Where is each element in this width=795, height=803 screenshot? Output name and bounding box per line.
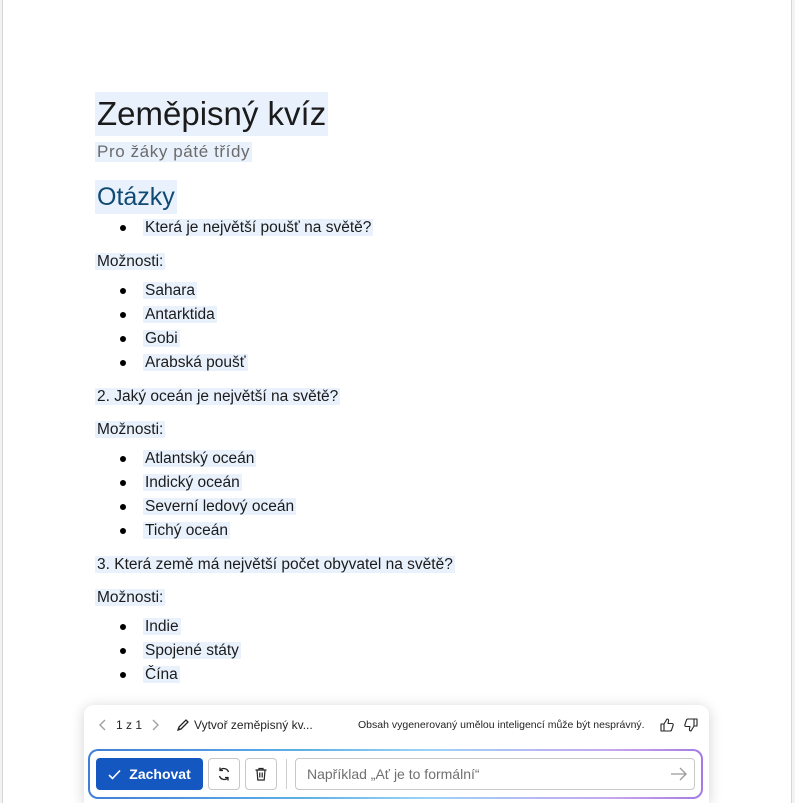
- refine-input-field[interactable]: [295, 758, 695, 790]
- document-body: Zeměpisný kvíz Pro žáky páté třídy Otázk…: [95, 92, 735, 687]
- keep-button[interactable]: Zachovat: [96, 758, 203, 790]
- refine-input[interactable]: [307, 766, 647, 782]
- list-item[interactable]: Čína: [95, 663, 735, 687]
- question-2-options: Atlantský oceán Indický oceán Severní le…: [95, 447, 735, 543]
- copilot-input-bar: Zachovat: [90, 751, 701, 797]
- list-item[interactable]: Která je největší poušť na světě?: [95, 216, 735, 240]
- list-item[interactable]: Indický oceán: [95, 471, 735, 495]
- list-item[interactable]: Spojené státy: [95, 639, 735, 663]
- list-item[interactable]: Antarktida: [95, 303, 735, 327]
- list-item[interactable]: Sahara: [95, 279, 735, 303]
- document-subtitle[interactable]: Pro žáky páté třídy: [95, 142, 253, 162]
- keep-button-label: Zachovat: [129, 766, 191, 782]
- options-label[interactable]: Možnosti:: [95, 587, 735, 609]
- document-page: Zeměpisný kvíz Pro žáky páté třídy Otázk…: [2, 0, 792, 803]
- options-label[interactable]: Možnosti:: [95, 251, 735, 273]
- checkmark-icon: [108, 769, 121, 780]
- copilot-toolbar: 1 z 1 Vytvoř zeměpisný kv... Obsah vygen…: [84, 705, 709, 745]
- regenerate-icon: [218, 767, 230, 781]
- next-icon[interactable]: [146, 716, 164, 734]
- previous-icon[interactable]: [94, 716, 112, 734]
- question-1-list: Která je největší poušť na světě?: [95, 216, 735, 240]
- list-item[interactable]: Indie: [95, 615, 735, 639]
- list-item[interactable]: Tichý oceán: [95, 519, 735, 543]
- divider: [286, 759, 287, 789]
- discard-button[interactable]: [245, 758, 277, 790]
- pencil-icon: [176, 718, 190, 732]
- question-1-options: Sahara Antarktida Gobi Arabská poušť: [95, 279, 735, 375]
- document-title[interactable]: Zeměpisný kvíz: [95, 92, 329, 136]
- options-label[interactable]: Možnosti:: [95, 419, 735, 441]
- list-item[interactable]: Severní ledový oceán: [95, 495, 735, 519]
- thumbs-down-icon[interactable]: [683, 717, 699, 733]
- ai-disclaimer: Obsah vygenerovaný umělou inteligencí mů…: [358, 719, 645, 731]
- thumbs-up-icon[interactable]: [659, 717, 675, 733]
- copilot-input-frame: Zachovat: [88, 749, 703, 799]
- trash-icon: [255, 767, 267, 781]
- list-item[interactable]: Gobi: [95, 327, 735, 351]
- list-item[interactable]: Arabská poušť: [95, 351, 735, 375]
- question-2[interactable]: 2. Jaký oceán je největší na světě?: [95, 386, 735, 408]
- copilot-panel: 1 z 1 Vytvoř zeměpisný kv... Obsah vygen…: [84, 705, 709, 803]
- regenerate-button[interactable]: [208, 758, 240, 790]
- list-item[interactable]: Atlantský oceán: [95, 447, 735, 471]
- question-3[interactable]: 3. Která země má největší počet obyvatel…: [95, 554, 735, 576]
- question-3-options: Indie Spojené státy Čína: [95, 615, 735, 687]
- section-heading[interactable]: Otázky: [95, 180, 177, 214]
- pager-label: 1 z 1: [116, 718, 143, 732]
- prompt-text[interactable]: Vytvoř zeměpisný kv...: [194, 718, 318, 732]
- send-arrow-icon[interactable]: [670, 766, 688, 782]
